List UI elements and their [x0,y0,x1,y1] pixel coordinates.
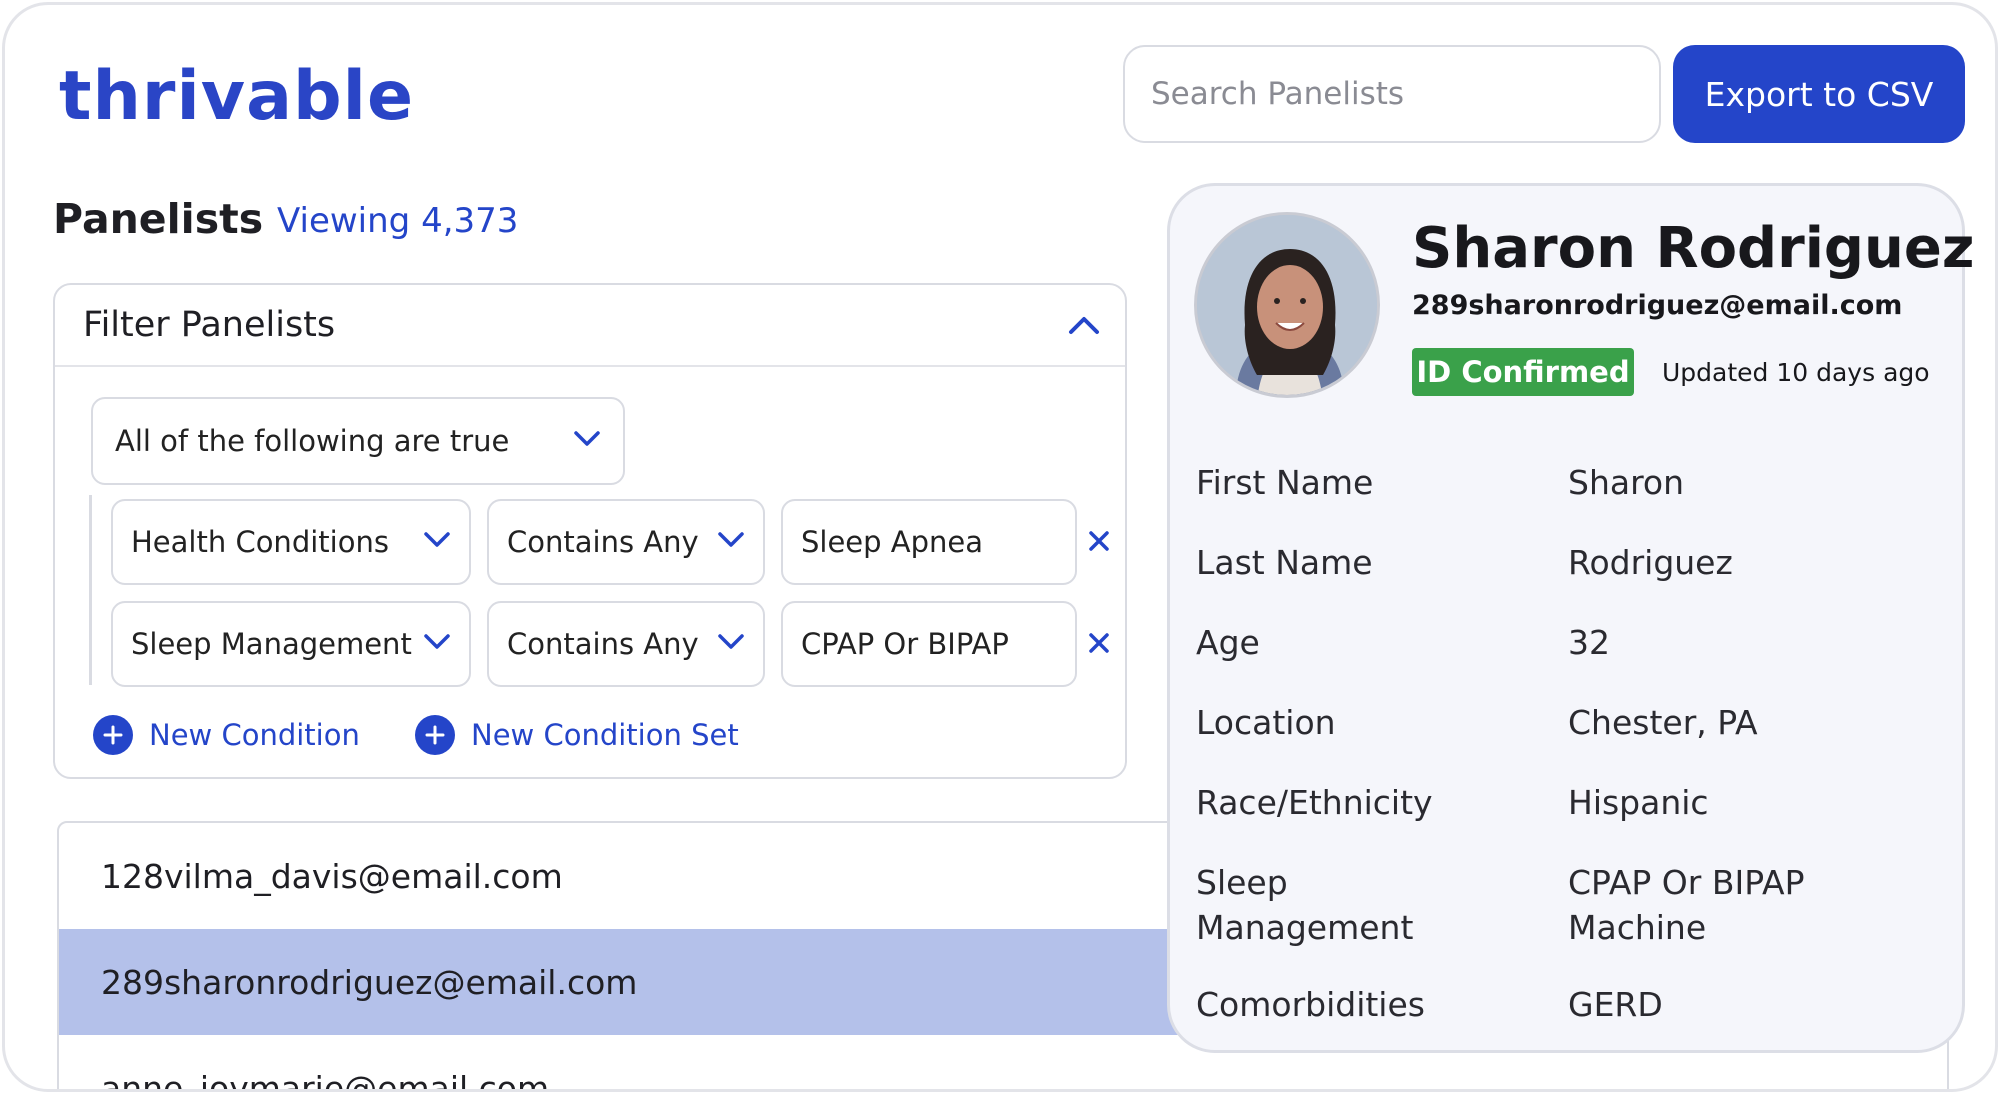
detail-value: Sharon [1568,463,1685,502]
detail-label: Sleep Management [1196,863,1414,947]
chevron-down-icon [573,430,601,452]
detail-value: GERD [1568,985,1663,1024]
condition-operator-dropdown[interactable]: Contains Any [487,499,765,585]
detail-label: Age [1196,623,1260,662]
filter-title: Filter Panelists [83,305,336,345]
detail-value: 32 [1568,623,1610,662]
condition-field-value: Health Conditions [131,525,389,559]
chevron-down-icon [717,531,745,553]
app-window: thrivable Export to CSV Panelists Viewin… [2,2,1998,1092]
detail-label: First Name [1196,463,1374,502]
new-condition-set-button[interactable]: New Condition Set [415,715,739,755]
chevron-down-icon [423,531,451,553]
remove-condition-icon[interactable] [1079,623,1119,663]
plus-circle-icon [93,715,133,755]
panelist-email: 128vilma_davis@email.com [101,856,563,896]
detail-label: Location [1196,703,1336,742]
remove-condition-icon[interactable] [1079,521,1119,561]
filter-header[interactable]: Filter Panelists [55,285,1125,367]
thrivable-logo: thrivable [59,57,415,136]
detail-label: Comorbidities [1196,985,1425,1024]
detail-value: Hispanic [1568,783,1709,822]
detail-label: Race/Ethnicity [1196,783,1433,822]
chevron-up-icon[interactable] [1067,308,1101,342]
logic-dropdown-value: All of the following are true [115,424,510,458]
plus-circle-icon [415,715,455,755]
chevron-down-icon [717,633,745,655]
page-title: Panelists [53,195,264,243]
new-condition-label: New Condition [149,718,360,752]
panelist-email: 289sharonrodriguez@email.com [101,962,638,1002]
detail-label: Last Name [1196,543,1373,582]
condition-value-field[interactable]: CPAP Or BIPAP [781,601,1077,687]
profile-email: 289sharonrodriguez@email.com [1412,290,1903,321]
condition-value-text: Sleep Apnea [801,525,984,559]
avatar [1194,212,1380,398]
panelist-email: anne_joymarie@email.com [101,1068,550,1092]
status-badge: ID Confirmed [1412,348,1634,396]
viewing-count: Viewing 4,373 [277,201,519,241]
condition-operator-value: Contains Any [507,525,699,559]
search-input[interactable] [1123,45,1661,143]
detail-value: Rodriguez [1568,543,1733,582]
export-csv-button[interactable]: Export to CSV [1673,45,1965,143]
condition-group-rail [89,495,92,685]
new-condition-set-label: New Condition Set [471,718,739,752]
condition-operator-dropdown[interactable]: Contains Any [487,601,765,687]
logic-dropdown[interactable]: All of the following are true [91,397,625,485]
condition-field-dropdown[interactable]: Sleep Management [111,601,471,687]
condition-operator-value: Contains Any [507,627,699,661]
condition-field-dropdown[interactable]: Health Conditions [111,499,471,585]
detail-value: Chester, PA [1568,703,1758,742]
condition-value-field[interactable]: Sleep Apnea [781,499,1077,585]
new-condition-button[interactable]: New Condition [93,715,360,755]
filter-panel: Filter Panelists All of the following ar… [53,283,1127,779]
chevron-down-icon [423,633,451,655]
detail-value: CPAP Or BIPAP Machine [1568,863,1805,947]
updated-timestamp: Updated 10 days ago [1662,358,1930,387]
profile-card: Sharon Rodriguez 289sharonrodriguez@emai… [1167,183,1974,1053]
condition-value-text: CPAP Or BIPAP [801,627,1009,661]
condition-field-value: Sleep Management [131,627,412,661]
profile-name: Sharon Rodriguez [1412,216,1975,281]
